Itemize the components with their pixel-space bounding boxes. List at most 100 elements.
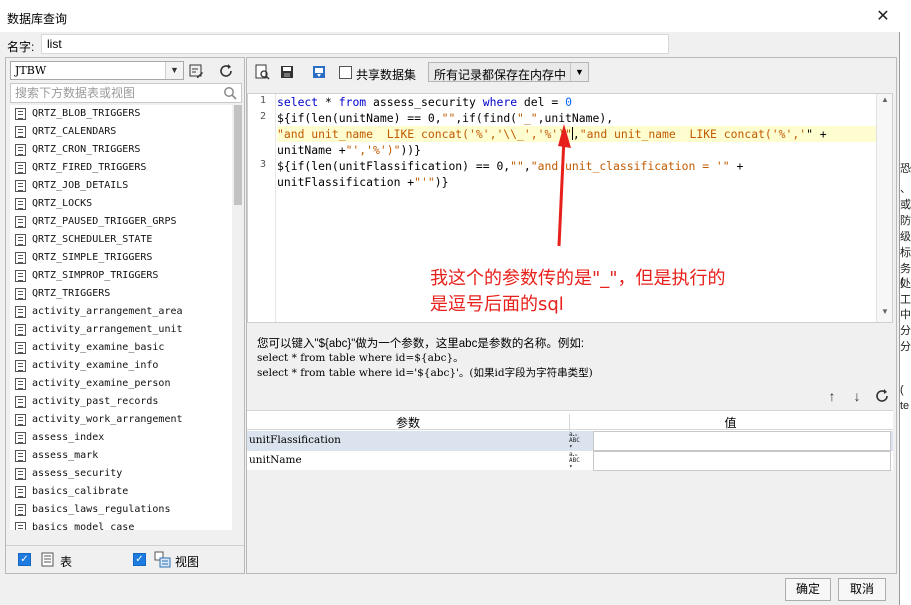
table-name: QRTZ_TRIGGERS: [32, 288, 111, 299]
list-item[interactable]: activity_work_arrangement: [10, 411, 232, 429]
sql-string: "and unit_name LIKE concat('%',': [579, 127, 807, 141]
ok-button[interactable]: 确定: [785, 578, 831, 601]
chevron-down-icon[interactable]: ▼: [570, 63, 588, 81]
sql-text: ))}: [400, 143, 422, 157]
sql-string: "and unit_name LIKE concat('%','\\_','%'…: [277, 127, 572, 141]
help-line-3: select * from table where id='${abc}'。(如…: [257, 367, 593, 379]
share-dataset-label: 共享数据集: [356, 68, 417, 82]
sql-string: "": [441, 111, 456, 125]
list-item[interactable]: assess_security: [10, 465, 232, 483]
list-item[interactable]: basics_model_case: [10, 519, 232, 530]
code-line-1[interactable]: select * from assess_security where del …: [277, 94, 877, 110]
param-value-input[interactable]: [593, 431, 891, 451]
table-browser-panel: JTBW ▼ QRTZ_BLOB_TRIGGERSQRTZ_CALENDARSQ…: [5, 57, 245, 574]
list-item[interactable]: basics_calibrate: [10, 483, 232, 501]
name-input[interactable]: [41, 34, 669, 54]
cancel-button[interactable]: 取消: [838, 578, 886, 601]
table-list-scrollbar[interactable]: [233, 105, 243, 530]
scroll-down-icon[interactable]: ▼: [877, 307, 892, 321]
table-name: QRTZ_SIMPLE_TRIGGERS: [32, 252, 153, 263]
param-value-input[interactable]: [593, 451, 891, 471]
sql-string: "_": [517, 111, 538, 125]
value-column-header: 值: [569, 414, 891, 431]
list-item[interactable]: QRTZ_CRON_TRIGGERS: [10, 141, 232, 159]
list-item[interactable]: QRTZ_FIRED_TRIGGERS: [10, 159, 232, 177]
tables-checkbox[interactable]: ✓: [18, 553, 31, 566]
sql-text: ,if(find(: [455, 111, 518, 125]
datasource-select[interactable]: JTBW ▼: [10, 61, 184, 80]
scroll-up-icon[interactable]: ▲: [877, 95, 892, 109]
sql-string: "and unit_classification = '": [530, 159, 730, 173]
list-item[interactable]: QRTZ_SCHEDULER_STATE: [10, 231, 232, 249]
list-item[interactable]: QRTZ_BLOB_TRIGGERS: [10, 105, 232, 123]
table-search[interactable]: [10, 83, 242, 103]
list-item[interactable]: activity_arrangement_area: [10, 303, 232, 321]
sql-string: "'": [414, 175, 435, 189]
code-line-2-wrap[interactable]: "and unit_name LIKE concat('%','\\_','%'…: [277, 126, 877, 142]
memory-mode-select[interactable]: 所有记录都保存在内存中 ▼: [428, 62, 589, 82]
param-type-icon[interactable]: a𝅘ᵤ ABC ▾: [569, 432, 591, 450]
code-line-3[interactable]: ${if(len(unitFlassification) == 0,"","an…: [277, 158, 877, 174]
table-icon: [15, 450, 26, 462]
list-item[interactable]: activity_examine_person: [10, 375, 232, 393]
sql-string: "": [510, 159, 524, 173]
sql-text: ${if(len(unitFlassification) == 0,: [277, 159, 511, 173]
list-item[interactable]: assess_index: [10, 429, 232, 447]
annotation-line-1: 我这个的参数传的是"_"，但是执行的: [430, 268, 726, 289]
table-icon: [15, 378, 26, 390]
list-item[interactable]: QRTZ_LOCKS: [10, 195, 232, 213]
table-list: QRTZ_BLOB_TRIGGERS QRTZ_CALENDARS QRTZ_CRO…: [10, 105, 232, 530]
move-down-icon[interactable]: ↓: [847, 388, 867, 404]
dataset-icon[interactable]: [309, 62, 329, 82]
list-item[interactable]: QRTZ_PAUSED_TRIGGER_GRPS: [10, 213, 232, 231]
list-item[interactable]: QRTZ_SIMPROP_TRIGGERS: [10, 267, 232, 285]
code-line-3-wrap[interactable]: unitFlassification +"'")}: [277, 174, 877, 190]
table-name: assess_security: [32, 468, 123, 479]
list-item[interactable]: assess_mark: [10, 447, 232, 465]
list-item[interactable]: activity_examine_basic: [10, 339, 232, 357]
sql-keyword: from: [338, 95, 367, 109]
views-checkbox[interactable]: ✓: [133, 553, 146, 566]
sql-editor[interactable]: 1 2 3 select * from assess_security wher…: [247, 93, 893, 323]
param-column-header: 参数: [395, 416, 420, 430]
list-item[interactable]: basics_laws_regulations: [10, 501, 232, 519]
background-text: 工: [900, 294, 911, 306]
preview-icon[interactable]: [252, 62, 272, 82]
background-text: 标: [900, 247, 911, 259]
list-item[interactable]: QRTZ_JOB_DETAILS: [10, 177, 232, 195]
refresh-icon[interactable]: [216, 61, 236, 81]
sql-text: del =: [517, 95, 566, 109]
scrollbar-thumb[interactable]: [234, 105, 242, 205]
list-item[interactable]: QRTZ_CALENDARS: [10, 123, 232, 141]
param-type-icon[interactable]: a𝅘ᵤ ABC ▾: [569, 452, 591, 470]
list-item[interactable]: activity_examine_info: [10, 357, 232, 375]
line-number: 1: [259, 95, 266, 106]
save-icon[interactable]: [277, 62, 297, 82]
code-line-2-wrap[interactable]: unitName +"','%')"))}: [277, 142, 877, 158]
move-up-icon[interactable]: ↑: [822, 388, 842, 404]
table-search-input[interactable]: [11, 84, 211, 102]
table-icon: [15, 522, 26, 530]
table-row[interactable]: unitFlassification a𝅘ᵤ ABC ▾: [247, 431, 893, 451]
share-dataset-checkbox[interactable]: [339, 66, 352, 79]
list-item[interactable]: activity_arrangement_unit: [10, 321, 232, 339]
table-row[interactable]: unitName a𝅘ᵤ ABC ▾: [247, 451, 893, 471]
editor-scrollbar[interactable]: ▲ ▼: [876, 94, 892, 322]
code-line-2[interactable]: ${if(len(unitName) == 0,"",if(find("_",u…: [277, 110, 877, 126]
dialog-title: 数据库查询: [7, 12, 68, 26]
search-icon[interactable]: [223, 86, 237, 103]
edit-connection-icon[interactable]: [186, 61, 206, 81]
background-text: 中: [900, 309, 911, 321]
table-icon: [15, 126, 26, 138]
list-item[interactable]: activity_past_records: [10, 393, 232, 411]
list-item[interactable]: QRTZ_SIMPLE_TRIGGERS: [10, 249, 232, 267]
sql-text: ${if(len(unitName) == 0,: [277, 111, 442, 125]
table-name: QRTZ_SIMPROP_TRIGGERS: [32, 270, 159, 281]
refresh-params-icon[interactable]: [872, 388, 892, 404]
line-number: 2: [259, 111, 266, 122]
background-text: te: [900, 400, 910, 412]
list-item[interactable]: QRTZ_TRIGGERS: [10, 285, 232, 303]
chevron-down-icon[interactable]: ▼: [165, 62, 183, 79]
sql-string: "','%')": [345, 143, 401, 157]
close-icon[interactable]: ✕: [872, 6, 894, 28]
